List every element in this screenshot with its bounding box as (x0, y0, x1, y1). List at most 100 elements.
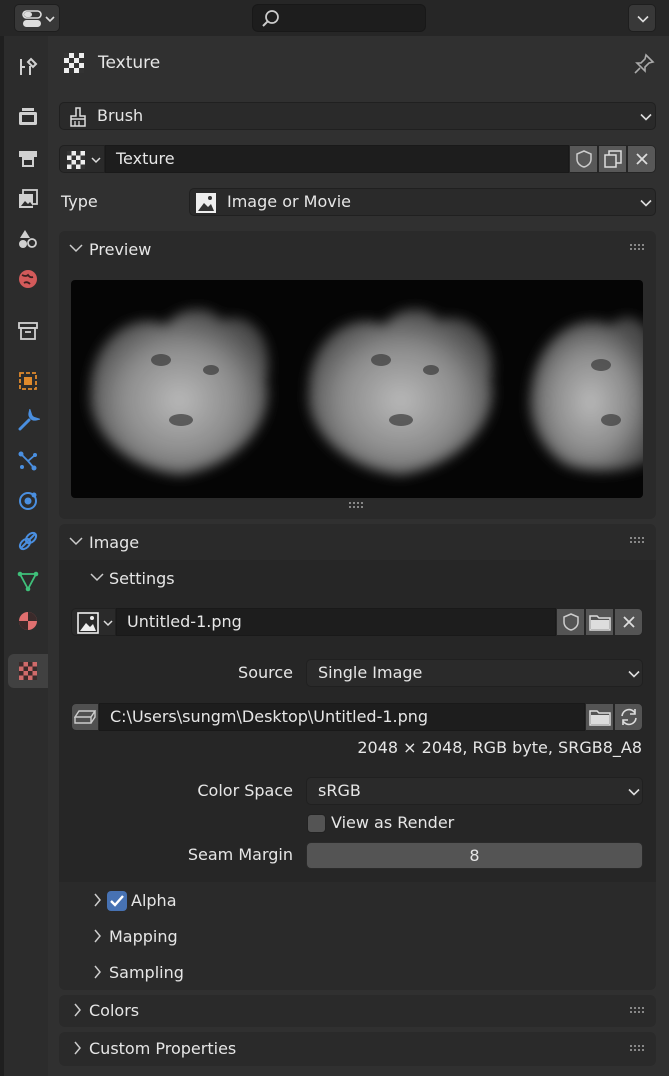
unlink-image-button[interactable] (614, 608, 643, 636)
chevron-down-icon (640, 199, 652, 207)
physics-icon (19, 492, 37, 510)
shield-icon (575, 150, 592, 168)
properties-editor-icon (22, 10, 42, 27)
image-icon (196, 193, 216, 213)
reload-image-button[interactable] (614, 703, 643, 731)
filepath-field[interactable]: C:\Users\sungm\Desktop\Untitled-1.png (99, 703, 585, 731)
collection-icon (18, 322, 38, 340)
drag-handle-icon[interactable] (630, 1045, 646, 1051)
tab-tool[interactable] (8, 50, 48, 84)
chevron-down-icon (91, 157, 101, 164)
texture-browse-button[interactable] (59, 145, 105, 173)
tab-constraints[interactable] (8, 524, 48, 558)
source-label: Source (238, 663, 293, 682)
chevron-down-icon[interactable] (69, 243, 83, 253)
scene-icon (19, 230, 37, 248)
folder-icon (588, 615, 611, 631)
alpha-checkbox[interactable] (107, 891, 127, 911)
chevron-right-icon[interactable] (93, 965, 102, 979)
open-image-button[interactable] (585, 608, 614, 636)
folder-icon (588, 710, 611, 726)
fake-user-button[interactable] (569, 145, 598, 173)
pin-icon[interactable] (632, 52, 656, 76)
brush-icon (70, 107, 86, 127)
header-menu-button[interactable] (628, 4, 656, 32)
drag-handle-icon[interactable] (630, 537, 646, 543)
tab-output[interactable] (8, 142, 48, 176)
browse-file-button[interactable] (585, 703, 614, 731)
tab-render[interactable] (8, 100, 48, 134)
custom-properties-panel[interactable]: Custom Properties (59, 1032, 656, 1066)
shield-icon (562, 613, 579, 631)
mapping-header[interactable]: Mapping (109, 927, 178, 946)
image-panel: Image Settings (59, 524, 656, 990)
tab-material[interactable] (8, 604, 48, 638)
type-label: Type (61, 192, 98, 211)
preview-header[interactable]: Preview (89, 240, 151, 259)
package-icon (74, 710, 96, 724)
unlink-texture-button[interactable] (627, 145, 656, 173)
color-space-selector[interactable]: sRGB (306, 777, 643, 805)
image-browse-button[interactable] (71, 608, 116, 636)
chevron-right-icon (74, 1003, 81, 1017)
resize-handle-icon[interactable] (349, 502, 365, 508)
chevron-down-icon (103, 620, 113, 627)
chevron-right-icon[interactable] (93, 929, 102, 943)
image-icon (77, 612, 99, 634)
chevron-down-icon[interactable] (90, 572, 104, 582)
brush-label: Brush (97, 106, 144, 125)
type-value: Image or Movie (227, 192, 351, 211)
output-icon (19, 151, 37, 167)
drag-handle-icon[interactable] (630, 244, 646, 250)
settings-header[interactable]: Settings (109, 569, 175, 588)
close-icon (622, 616, 635, 628)
image-name-field[interactable]: Untitled-1.png (116, 608, 556, 636)
alpha-label[interactable]: Alpha (131, 891, 177, 910)
seam-margin-label: Seam Margin (187, 845, 293, 864)
tab-world[interactable] (8, 262, 48, 296)
image-name: Untitled-1.png (127, 612, 242, 631)
chevron-down-icon (45, 16, 55, 23)
reload-icon (620, 708, 637, 726)
view-as-render-checkbox[interactable] (307, 814, 326, 833)
drag-handle-icon[interactable] (630, 1007, 646, 1013)
seam-margin-value: 8 (469, 846, 480, 865)
material-icon (19, 612, 37, 630)
tab-data[interactable] (8, 564, 48, 598)
chevron-down-icon (637, 15, 649, 23)
tab-physics[interactable] (8, 484, 48, 518)
seam-margin-field[interactable]: 8 (306, 842, 643, 869)
pack-image-button[interactable] (71, 703, 99, 731)
image-fake-user-button[interactable] (556, 608, 585, 636)
texture-icon (64, 53, 84, 73)
duplicate-icon (603, 150, 622, 168)
source-selector[interactable]: Single Image (306, 659, 643, 687)
new-texture-button[interactable] (598, 145, 627, 173)
texture-name: Texture (116, 149, 175, 168)
chevron-down-icon[interactable] (69, 536, 83, 546)
object-icon (19, 372, 37, 390)
color-space-value: sRGB (318, 781, 361, 800)
view-layer-icon (19, 189, 38, 208)
type-selector[interactable]: Image or Movie (189, 188, 656, 216)
tab-collection[interactable] (8, 314, 48, 348)
texture-name-field[interactable]: Texture (105, 145, 569, 173)
tab-modifiers[interactable] (8, 404, 48, 438)
editor-type-selector[interactable] (14, 4, 60, 32)
chevron-right-icon[interactable] (93, 893, 102, 907)
image-header[interactable]: Image (89, 533, 139, 552)
filepath-value: C:\Users\sungm\Desktop\Untitled-1.png (110, 707, 429, 726)
search-input[interactable] (252, 4, 426, 32)
tool-icon (20, 57, 38, 75)
tab-view-layer[interactable] (8, 182, 48, 216)
tab-particles[interactable] (8, 444, 48, 478)
tab-object[interactable] (8, 364, 48, 398)
tab-scene[interactable] (8, 222, 48, 256)
sampling-header[interactable]: Sampling (109, 963, 184, 982)
close-icon (635, 153, 648, 165)
chevron-down-icon (640, 113, 652, 121)
brush-selector[interactable]: Brush (59, 102, 656, 130)
colors-header: Colors (89, 1001, 140, 1020)
colors-panel[interactable]: Colors (59, 995, 656, 1027)
custom-properties-header: Custom Properties (89, 1039, 237, 1058)
